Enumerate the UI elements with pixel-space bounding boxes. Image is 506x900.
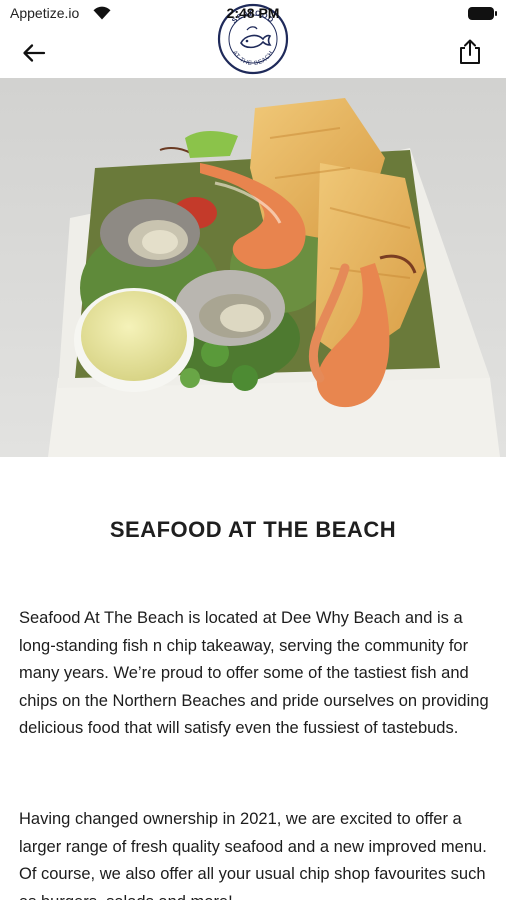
- description-paragraph-1: Seafood At The Beach is located at Dee W…: [19, 609, 489, 737]
- status-time: 2:48 PM: [226, 5, 280, 21]
- back-button[interactable]: [18, 38, 50, 68]
- share-button[interactable]: [454, 36, 486, 68]
- arrow-left-icon: [23, 44, 46, 62]
- share-icon: [460, 39, 480, 64]
- description-paragraph-2: Having changed ownership in 2021, we are…: [19, 810, 487, 900]
- hero-image: [0, 78, 506, 457]
- page-title: SEAFOOD AT THE BEACH: [109, 517, 397, 542]
